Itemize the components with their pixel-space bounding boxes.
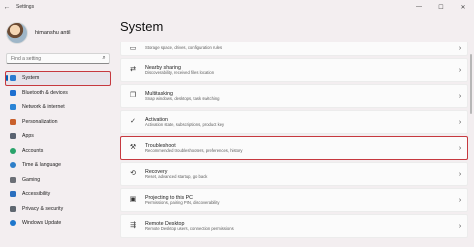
- sidebar-item-label: Apps: [22, 133, 34, 140]
- sidebar-item-label: Personalization: [22, 118, 58, 125]
- settings-row-storage[interactable]: ▭ Storage space, drives, configuration r…: [120, 42, 468, 56]
- search-icon: ⌕: [102, 55, 106, 61]
- storage-icon: ▭: [129, 44, 137, 52]
- bluetooth-icon: [10, 89, 16, 96]
- sidebar-item-label: Network & internet: [22, 104, 65, 111]
- row-subtitle: Reset, advanced startup, go back: [145, 173, 208, 179]
- window-title: Settings: [16, 4, 35, 10]
- sidebar-item-windows-update[interactable]: Windows Update: [5, 216, 111, 231]
- sidebar-item-gaming[interactable]: Gaming: [5, 173, 111, 188]
- accounts-icon: [10, 147, 16, 154]
- apps-icon: [10, 133, 16, 140]
- sidebar-nav: System Bluetooth & devices Network & int…: [5, 71, 111, 231]
- recovery-icon: ⟲: [130, 170, 136, 177]
- settings-row-activation[interactable]: ✓ Activation Activation state, subscript…: [120, 110, 468, 134]
- sidebar-item-apps[interactable]: Apps: [5, 129, 111, 144]
- settings-row-troubleshoot[interactable]: ⚒ Troubleshoot Recommended troubleshoote…: [120, 136, 468, 160]
- avatar[interactable]: [6, 22, 28, 44]
- search-box[interactable]: Find a setting ⌕: [6, 53, 110, 64]
- nearby-sharing-icon: ⇄: [130, 66, 136, 73]
- chevron-right-icon: ›: [458, 45, 462, 52]
- brush-icon: [10, 118, 16, 125]
- main-content: System ▭ Storage space, drives, configur…: [114, 14, 474, 247]
- sidebar-item-network[interactable]: Network & internet: [5, 100, 111, 115]
- sidebar-item-label: Accounts: [22, 147, 44, 154]
- chevron-right-icon: ›: [458, 144, 462, 152]
- close-button[interactable]: ✕: [452, 4, 474, 11]
- row-subtitle: Discoverability, received files location: [145, 69, 215, 75]
- row-subtitle: Storage space, drives, configuration rul…: [145, 45, 223, 51]
- chevron-right-icon: ›: [458, 170, 462, 178]
- settings-row-nearby-sharing[interactable]: ⇄ Nearby sharing Discoverability, receiv…: [120, 58, 468, 82]
- chevron-right-icon: ›: [458, 92, 462, 100]
- multitasking-icon: ❐: [129, 92, 137, 99]
- settings-row-remote-desktop[interactable]: ⇶ Remote Desktop Remote Desktop users, c…: [120, 214, 468, 238]
- sidebar-item-label: Windows Update: [22, 220, 62, 227]
- row-subtitle: Remote Desktop users, connection permiss…: [145, 225, 234, 231]
- settings-row-recovery[interactable]: ⟲ Recovery Reset, advanced startup, go b…: [120, 162, 468, 186]
- sidebar-item-label: Bluetooth & devices: [22, 89, 68, 96]
- wrench-icon: ⚒: [129, 144, 137, 151]
- sidebar-item-label: Privacy & security: [22, 205, 64, 212]
- system-icon: [10, 75, 16, 82]
- row-subtitle: Activation state, subscriptions, product…: [145, 121, 225, 127]
- globe-icon: [10, 162, 16, 169]
- network-icon: [10, 104, 16, 111]
- sidebar-item-privacy-security[interactable]: Privacy & security: [5, 202, 111, 217]
- back-arrow-icon[interactable]: ←: [0, 4, 14, 11]
- chevron-right-icon: ›: [458, 196, 462, 204]
- update-icon: [10, 220, 16, 227]
- chevron-right-icon: ›: [458, 222, 462, 230]
- chevron-right-icon: ›: [458, 118, 462, 126]
- maximize-button[interactable]: ☐: [430, 4, 452, 11]
- sidebar-item-label: Time & language: [22, 162, 62, 169]
- title-bar: ← Settings — ☐ ✕: [0, 0, 474, 14]
- remote-desktop-icon: ⇶: [130, 222, 136, 229]
- sidebar-item-label: Gaming: [22, 176, 41, 183]
- sidebar-item-bluetooth[interactable]: Bluetooth & devices: [5, 86, 111, 101]
- projecting-icon: ▣: [129, 196, 137, 203]
- sidebar-item-label: Accessibility: [22, 191, 51, 198]
- accessibility-icon: [10, 191, 16, 198]
- shield-icon: [10, 205, 16, 212]
- settings-row-projecting[interactable]: ▣ Projecting to this PC Permissions, pai…: [120, 188, 468, 212]
- minimize-button[interactable]: —: [408, 4, 430, 10]
- sidebar-item-label: System: [22, 75, 40, 82]
- sidebar-item-personalization[interactable]: Personalization: [5, 115, 111, 130]
- sidebar-item-accounts[interactable]: Accounts: [5, 144, 111, 159]
- user-profile[interactable]: himanshu antil: [6, 22, 70, 44]
- row-subtitle: Recommended troubleshooters, preferences…: [145, 147, 243, 153]
- activation-icon: ✓: [130, 118, 136, 125]
- profile-name: himanshu antil: [35, 30, 71, 36]
- sidebar-item-system[interactable]: System: [5, 71, 111, 86]
- chevron-right-icon: ›: [458, 66, 462, 74]
- scrollbar[interactable]: [470, 54, 472, 114]
- settings-row-multitasking[interactable]: ❐ Multitasking Snap windows, desktops, t…: [120, 84, 468, 108]
- row-subtitle: Snap windows, desktops, task switching: [145, 95, 220, 101]
- sidebar-item-time-language[interactable]: Time & language: [5, 158, 111, 173]
- sidebar-item-accessibility[interactable]: Accessibility: [5, 187, 111, 202]
- search-input[interactable]: Find a setting: [7, 56, 99, 62]
- gaming-icon: [10, 176, 16, 183]
- sidebar: himanshu antil Find a setting ⌕ System B…: [0, 14, 114, 247]
- row-subtitle: Permissions, pairing PIN, discoverabilit…: [145, 199, 220, 205]
- settings-list: ▭ Storage space, drives, configuration r…: [120, 42, 468, 240]
- page-title: System: [120, 19, 164, 34]
